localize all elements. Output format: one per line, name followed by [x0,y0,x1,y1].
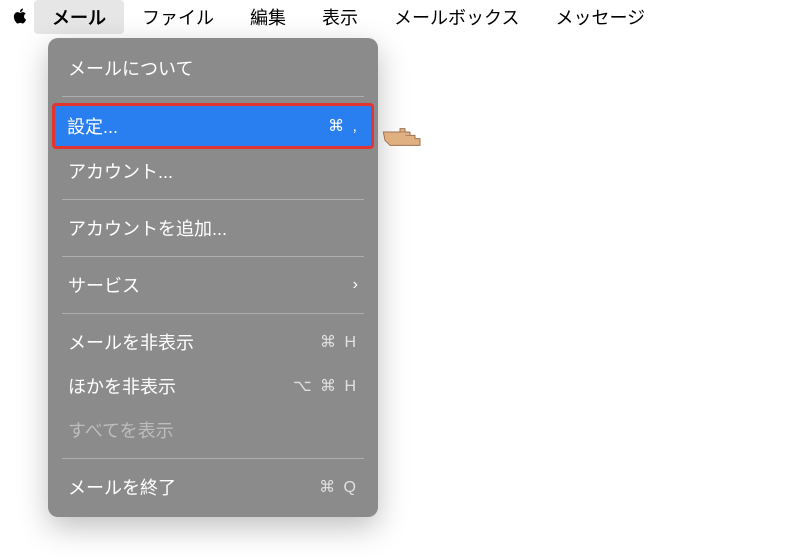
menu-item-services[interactable]: サービス › [54,263,372,307]
menu-item-hide-mail[interactable]: メールを非表示 ⌘ H [54,320,372,364]
menubar-item-label: ファイル [142,8,214,28]
menubar-item-mailbox[interactable]: メールボックス [376,0,537,34]
menu-item-add-account[interactable]: アカウントを追加... [54,206,372,250]
menubar-item-file[interactable]: ファイル [124,0,232,34]
menu-item-shortcut: ⌥ ⌘ H [293,376,358,396]
menu-item-show-all: すべてを表示 [54,408,372,452]
menu-separator [62,199,364,200]
menu-item-shortcut: ⌘ Q [319,477,358,497]
menu-item-label: ほかを非表示 [68,373,176,399]
menu-separator [62,458,364,459]
apple-menu-icon[interactable] [6,7,34,27]
menu-item-shortcut: ⌘ , [328,116,359,136]
menu-item-about[interactable]: メールについて [54,46,372,90]
menu-item-label: アカウントを追加... [68,215,227,241]
menu-item-label: サービス [68,272,140,298]
menubar: メール ファイル 編集 表示 メールボックス メッセージ [0,0,800,34]
menubar-item-label: 編集 [250,8,286,28]
menubar-item-label: メール [52,8,106,28]
menubar-item-label: メッセージ [555,8,645,28]
menu-item-label: すべてを表示 [68,417,174,443]
menu-item-label: アカウント... [68,158,173,184]
menu-item-accounts[interactable]: アカウント... [54,149,372,193]
menu-item-quit[interactable]: メールを終了 ⌘ Q [54,465,372,509]
menu-separator [62,313,364,314]
mail-menu-dropdown: メールについて 設定... ⌘ , アカウント... アカウントを追加... サ… [48,38,378,517]
menu-item-shortcut: ⌘ H [320,332,358,352]
menu-item-label: メールを非表示 [68,329,194,355]
menubar-item-label: メールボックス [394,8,519,28]
menu-separator [62,256,364,257]
menu-item-label: メールを終了 [68,474,176,500]
menu-item-settings[interactable]: 設定... ⌘ , [52,103,374,149]
menubar-item-mail[interactable]: メール [34,0,124,34]
menu-item-label: メールについて [68,55,193,81]
menu-separator [62,96,364,97]
menubar-item-label: 表示 [322,8,358,28]
menu-item-hide-others[interactable]: ほかを非表示 ⌥ ⌘ H [54,364,372,408]
menubar-item-edit[interactable]: 編集 [232,0,304,34]
menubar-item-view[interactable]: 表示 [304,0,376,34]
menu-item-label: 設定... [67,113,118,139]
chevron-right-icon: › [353,276,358,294]
pointing-hand-icon [380,122,430,154]
menubar-item-message[interactable]: メッセージ [537,0,663,34]
